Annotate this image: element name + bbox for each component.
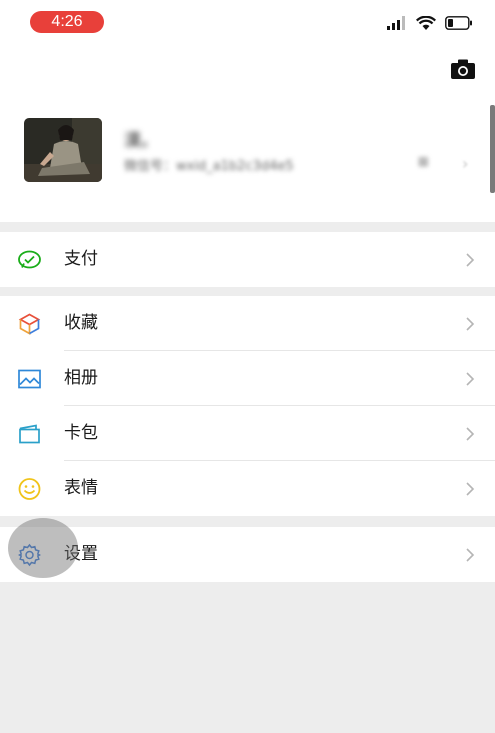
cube-icon — [18, 313, 41, 335]
menu-label-album: 相册 — [64, 368, 98, 388]
chevron-right-icon — [466, 547, 475, 562]
chevron-right-icon — [466, 316, 475, 331]
status-icons — [387, 14, 473, 32]
battery-icon — [445, 16, 472, 30]
camera-icon[interactable] — [450, 58, 476, 80]
profile-chevron-icon: › — [462, 154, 469, 173]
menu-label-pay: 支付 — [64, 249, 98, 269]
menu-item-stickers[interactable]: 表情 — [0, 461, 495, 516]
chevron-right-icon — [466, 252, 475, 267]
edge-indicator — [490, 105, 495, 193]
avatar[interactable] — [24, 118, 102, 182]
features-group: 收藏 相册 卡包 表情 — [0, 296, 495, 516]
menu-item-pay[interactable]: 支付 — [0, 232, 495, 287]
wifi-icon — [416, 15, 436, 30]
menu-label-stickers: 表情 — [64, 478, 98, 498]
wechat-id: 微信号：wxid_a1b2c3d4e5 — [124, 159, 294, 174]
menu-label-favorites: 收藏 — [64, 313, 98, 333]
card-wallet-icon — [19, 423, 40, 443]
status-time: 4:26 — [30, 11, 104, 33]
chevron-right-icon — [466, 481, 475, 496]
picture-icon — [18, 369, 41, 388]
menu-item-album[interactable]: 相册 — [0, 351, 495, 406]
signal-icon — [387, 16, 405, 30]
profile-header — [0, 0, 495, 222]
profile-name: 漠。 — [124, 131, 158, 151]
menu-label-cards: 卡包 — [64, 423, 98, 443]
menu-item-favorites[interactable]: 收藏 — [0, 296, 495, 351]
qr-code-icon[interactable]: ⊞ — [418, 155, 429, 170]
menu-item-cards[interactable]: 卡包 — [0, 406, 495, 461]
touch-indicator — [8, 518, 78, 578]
wechat-pay-icon — [18, 250, 41, 268]
chevron-right-icon — [466, 426, 475, 441]
smiley-icon — [18, 477, 41, 500]
chevron-right-icon — [466, 371, 475, 386]
pay-group: 支付 — [0, 232, 495, 287]
